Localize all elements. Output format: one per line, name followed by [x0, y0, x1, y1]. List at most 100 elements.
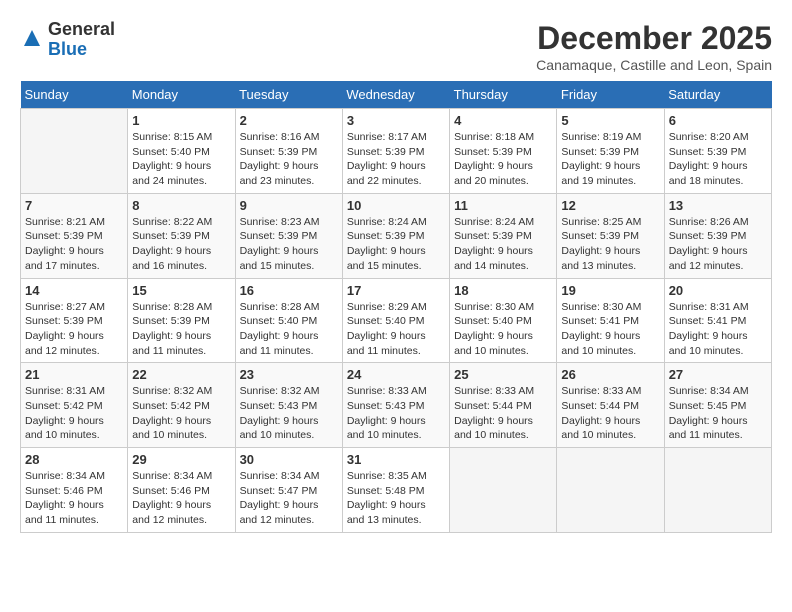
day-info: Sunrise: 8:33 AMSunset: 5:44 PMDaylight:…	[561, 384, 659, 443]
logo-general: General	[48, 19, 115, 39]
day-info: Sunrise: 8:30 AMSunset: 5:41 PMDaylight:…	[561, 300, 659, 359]
day-number: 25	[454, 367, 552, 382]
day-info: Sunrise: 8:22 AMSunset: 5:39 PMDaylight:…	[132, 215, 230, 274]
calendar-cell: 9Sunrise: 8:23 AMSunset: 5:39 PMDaylight…	[235, 193, 342, 278]
calendar-cell: 3 Sunrise: 8:17 AMSunset: 5:39 PMDaylight…	[342, 109, 449, 194]
day-info: Sunrise: 8:18 AMSunset: 5:39 PMDaylight:…	[454, 130, 552, 189]
calendar-cell	[450, 448, 557, 533]
day-info: Sunrise: 8:34 AMSunset: 5:45 PMDaylight:…	[669, 384, 767, 443]
day-info: Sunrise: 8:19 AMSunset: 5:39 PMDaylight:…	[561, 130, 659, 189]
calendar-cell: 17 Sunrise: 8:29 AMSunset: 5:40 PMDayligh…	[342, 278, 449, 363]
calendar-cell: 21 Sunrise: 8:31 AMSunset: 5:42 PMDayligh…	[21, 363, 128, 448]
calendar-cell: 8Sunrise: 8:22 AMSunset: 5:39 PMDaylight…	[128, 193, 235, 278]
day-number: 26	[561, 367, 659, 382]
calendar-cell: 26 Sunrise: 8:33 AMSunset: 5:44 PMDayligh…	[557, 363, 664, 448]
day-number: 24	[347, 367, 445, 382]
day-info: Sunrise: 8:34 AMSunset: 5:46 PMDaylight:…	[132, 469, 230, 528]
calendar-week-3: 14 Sunrise: 8:27 AMSunset: 5:39 PMDayligh…	[21, 278, 772, 363]
calendar-cell: 30 Sunrise: 8:34 AMSunset: 5:47 PMDayligh…	[235, 448, 342, 533]
day-info: Sunrise: 8:31 AMSunset: 5:42 PMDaylight:…	[25, 384, 123, 443]
calendar-cell: 19 Sunrise: 8:30 AMSunset: 5:41 PMDayligh…	[557, 278, 664, 363]
calendar-cell	[557, 448, 664, 533]
calendar-body: 1 Sunrise: 8:15 AMSunset: 5:40 PMDaylight…	[21, 109, 772, 533]
calendar-cell: 16Sunrise: 8:28 AMSunset: 5:40 PMDayligh…	[235, 278, 342, 363]
calendar-header: SundayMondayTuesdayWednesdayThursdayFrid…	[21, 81, 772, 109]
day-info: Sunrise: 8:15 AMSunset: 5:40 PMDaylight:…	[132, 130, 230, 189]
day-number: 5	[561, 113, 659, 128]
calendar-cell: 31 Sunrise: 8:35 AMSunset: 5:48 PMDayligh…	[342, 448, 449, 533]
day-info: Sunrise: 8:34 AMSunset: 5:46 PMDaylight:…	[25, 469, 123, 528]
day-info: Sunrise: 8:27 AMSunset: 5:39 PMDaylight:…	[25, 300, 123, 359]
day-info: Sunrise: 8:24 AMSunset: 5:39 PMDaylight:…	[454, 215, 552, 274]
day-number: 1	[132, 113, 230, 128]
day-number: 6	[669, 113, 767, 128]
day-number: 14	[25, 283, 123, 298]
weekday-header-monday: Monday	[128, 81, 235, 109]
weekday-header-friday: Friday	[557, 81, 664, 109]
month-title: December 2025	[536, 20, 772, 57]
day-number: 18	[454, 283, 552, 298]
day-info: Sunrise: 8:35 AMSunset: 5:48 PMDaylight:…	[347, 469, 445, 528]
day-number: 15	[132, 283, 230, 298]
weekday-header-saturday: Saturday	[664, 81, 771, 109]
logo: General Blue	[20, 20, 115, 60]
calendar-cell: 12Sunrise: 8:25 AMSunset: 5:39 PMDayligh…	[557, 193, 664, 278]
weekday-row: SundayMondayTuesdayWednesdayThursdayFrid…	[21, 81, 772, 109]
calendar-cell	[664, 448, 771, 533]
calendar-cell: 11 Sunrise: 8:24 AMSunset: 5:39 PMDayligh…	[450, 193, 557, 278]
weekday-header-tuesday: Tuesday	[235, 81, 342, 109]
day-info: Sunrise: 8:21 AMSunset: 5:39 PMDaylight:…	[25, 215, 123, 274]
weekday-header-sunday: Sunday	[21, 81, 128, 109]
calendar-week-5: 28Sunrise: 8:34 AMSunset: 5:46 PMDayligh…	[21, 448, 772, 533]
calendar-cell: 27Sunrise: 8:34 AMSunset: 5:45 PMDayligh…	[664, 363, 771, 448]
calendar-cell: 4 Sunrise: 8:18 AMSunset: 5:39 PMDaylight…	[450, 109, 557, 194]
day-info: Sunrise: 8:32 AMSunset: 5:42 PMDaylight:…	[132, 384, 230, 443]
calendar-cell: 22 Sunrise: 8:32 AMSunset: 5:42 PMDayligh…	[128, 363, 235, 448]
weekday-header-thursday: Thursday	[450, 81, 557, 109]
day-number: 17	[347, 283, 445, 298]
day-info: Sunrise: 8:33 AMSunset: 5:44 PMDaylight:…	[454, 384, 552, 443]
day-info: Sunrise: 8:30 AMSunset: 5:40 PMDaylight:…	[454, 300, 552, 359]
title-block: December 2025 Canamaque, Castille and Le…	[536, 20, 772, 73]
calendar-cell: 28Sunrise: 8:34 AMSunset: 5:46 PMDayligh…	[21, 448, 128, 533]
calendar-cell: 18 Sunrise: 8:30 AMSunset: 5:40 PMDayligh…	[450, 278, 557, 363]
day-number: 3	[347, 113, 445, 128]
day-number: 19	[561, 283, 659, 298]
calendar-cell: 25 Sunrise: 8:33 AMSunset: 5:44 PMDayligh…	[450, 363, 557, 448]
day-number: 10	[347, 198, 445, 213]
page-header: General Blue December 2025 Canamaque, Ca…	[20, 20, 772, 73]
logo-text: General Blue	[48, 20, 115, 60]
day-number: 4	[454, 113, 552, 128]
calendar-cell: 23Sunrise: 8:32 AMSunset: 5:43 PMDayligh…	[235, 363, 342, 448]
day-info: Sunrise: 8:33 AMSunset: 5:43 PMDaylight:…	[347, 384, 445, 443]
day-info: Sunrise: 8:17 AMSunset: 5:39 PMDaylight:…	[347, 130, 445, 189]
weekday-header-wednesday: Wednesday	[342, 81, 449, 109]
day-info: Sunrise: 8:26 AMSunset: 5:39 PMDaylight:…	[669, 215, 767, 274]
day-number: 20	[669, 283, 767, 298]
day-info: Sunrise: 8:28 AMSunset: 5:39 PMDaylight:…	[132, 300, 230, 359]
day-number: 11	[454, 198, 552, 213]
calendar-cell: 5 Sunrise: 8:19 AMSunset: 5:39 PMDaylight…	[557, 109, 664, 194]
day-number: 31	[347, 452, 445, 467]
day-number: 29	[132, 452, 230, 467]
calendar-week-2: 7 Sunrise: 8:21 AMSunset: 5:39 PMDaylight…	[21, 193, 772, 278]
calendar-week-4: 21 Sunrise: 8:31 AMSunset: 5:42 PMDayligh…	[21, 363, 772, 448]
day-info: Sunrise: 8:29 AMSunset: 5:40 PMDaylight:…	[347, 300, 445, 359]
day-number: 30	[240, 452, 338, 467]
calendar-cell: 20Sunrise: 8:31 AMSunset: 5:41 PMDayligh…	[664, 278, 771, 363]
day-number: 7	[25, 198, 123, 213]
calendar-cell: 13 Sunrise: 8:26 AMSunset: 5:39 PMDayligh…	[664, 193, 771, 278]
calendar-cell: 10 Sunrise: 8:24 AMSunset: 5:39 PMDayligh…	[342, 193, 449, 278]
day-info: Sunrise: 8:20 AMSunset: 5:39 PMDaylight:…	[669, 130, 767, 189]
day-number: 21	[25, 367, 123, 382]
calendar-cell: 15 Sunrise: 8:28 AMSunset: 5:39 PMDayligh…	[128, 278, 235, 363]
day-info: Sunrise: 8:32 AMSunset: 5:43 PMDaylight:…	[240, 384, 338, 443]
calendar-cell: 24 Sunrise: 8:33 AMSunset: 5:43 PMDayligh…	[342, 363, 449, 448]
day-number: 22	[132, 367, 230, 382]
day-number: 16	[240, 283, 338, 298]
day-number: 13	[669, 198, 767, 213]
day-info: Sunrise: 8:24 AMSunset: 5:39 PMDaylight:…	[347, 215, 445, 274]
calendar-cell	[21, 109, 128, 194]
day-info: Sunrise: 8:34 AMSunset: 5:47 PMDaylight:…	[240, 469, 338, 528]
day-info: Sunrise: 8:16 AMSunset: 5:39 PMDaylight:…	[240, 130, 338, 189]
